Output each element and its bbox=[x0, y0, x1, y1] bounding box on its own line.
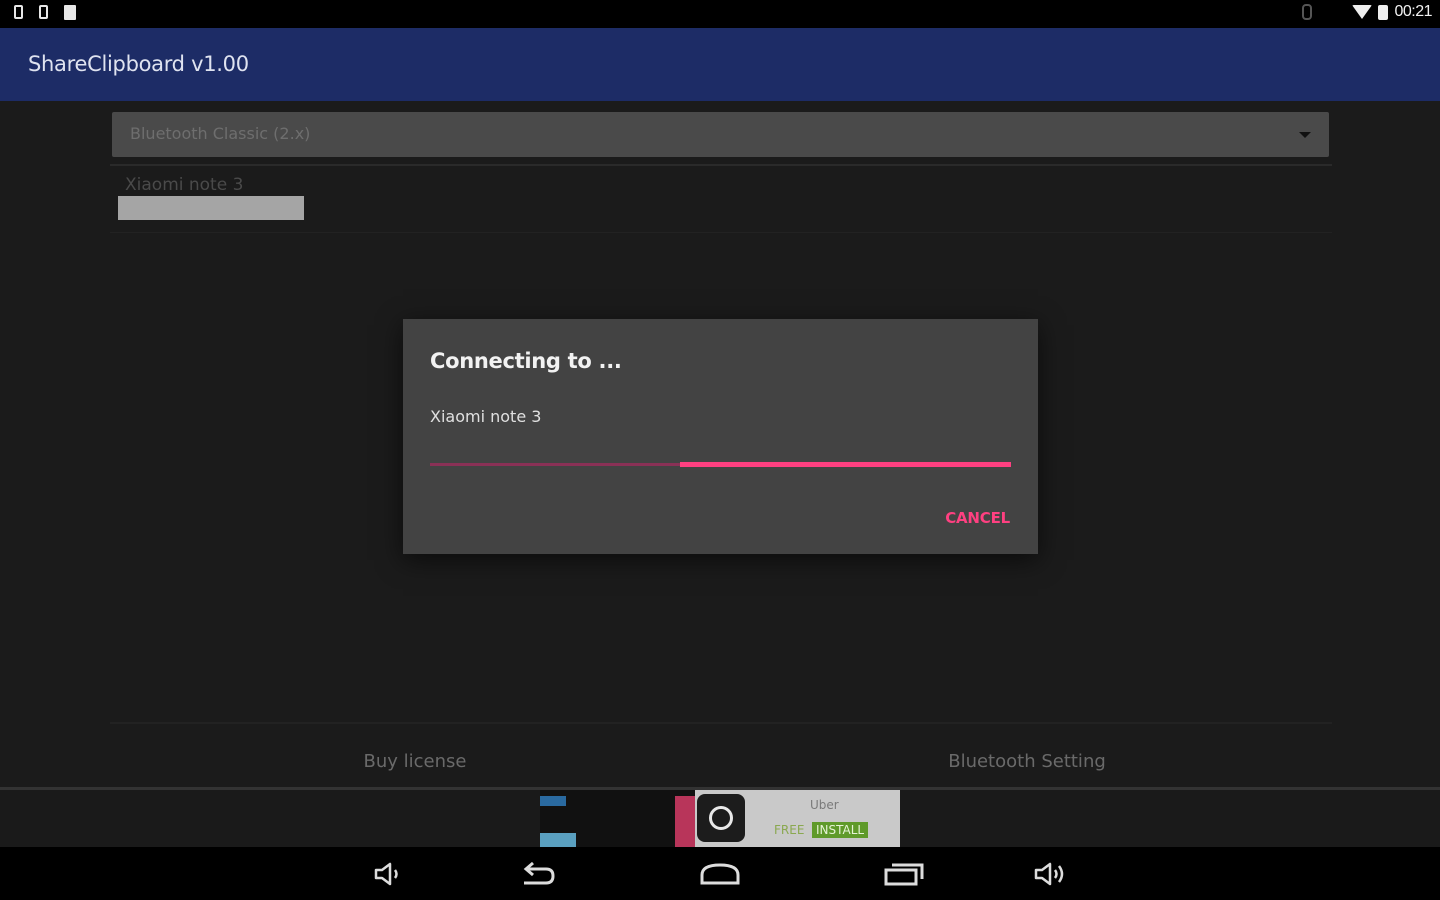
device-name: Xiaomi note 3 bbox=[125, 175, 244, 195]
recent-apps-icon[interactable] bbox=[884, 859, 924, 889]
spinner-selected-value: Bluetooth Classic (2.x) bbox=[130, 124, 311, 143]
back-icon[interactable] bbox=[518, 859, 558, 889]
progress-indicator bbox=[679, 462, 1011, 467]
protocol-spinner[interactable]: Bluetooth Classic (2.x) bbox=[112, 112, 1329, 157]
divider bbox=[110, 722, 1332, 724]
cancel-button[interactable]: CANCEL bbox=[945, 509, 1010, 527]
volume-up-icon[interactable] bbox=[1030, 859, 1070, 889]
progress-bar bbox=[430, 462, 1011, 467]
ad-banner[interactable]: Uber FREE INSTALL bbox=[540, 790, 900, 847]
home-icon[interactable] bbox=[700, 859, 740, 889]
navigation-bar bbox=[0, 847, 1440, 900]
ad-app-logo-icon bbox=[697, 794, 745, 842]
device-address-redacted bbox=[118, 196, 304, 220]
ad-install-button[interactable]: INSTALL bbox=[812, 822, 869, 838]
bluetooth-icon bbox=[1302, 4, 1313, 20]
document-icon bbox=[64, 5, 76, 20]
app-title: ShareClipboard v1.00 bbox=[28, 52, 249, 76]
connecting-dialog: Connecting to ... Xiaomi note 3 CANCEL bbox=[403, 319, 1038, 554]
phone-icon bbox=[14, 5, 23, 19]
bluetooth-setting-button[interactable]: Bluetooth Setting bbox=[722, 735, 1332, 787]
status-bar: 00:21 bbox=[0, 0, 1440, 28]
status-time: 00:21 bbox=[1394, 3, 1432, 20]
app-bar: ShareClipboard v1.00 bbox=[0, 28, 1440, 101]
chevron-down-icon bbox=[1299, 132, 1311, 138]
ad-app-name: Uber bbox=[810, 798, 839, 812]
volume-down-icon[interactable] bbox=[368, 859, 408, 889]
dialog-title: Connecting to ... bbox=[430, 349, 622, 373]
ad-image bbox=[540, 790, 695, 847]
ad-free-label: FREE bbox=[774, 823, 805, 837]
dialog-message: Xiaomi note 3 bbox=[430, 407, 542, 426]
device-list-item[interactable]: Xiaomi note 3 bbox=[110, 166, 1332, 233]
status-system: 00:21 bbox=[1302, 3, 1432, 21]
battery-icon bbox=[1378, 4, 1389, 20]
app-screen: 00:21 ShareClipboard v1.00 Bluetooth Cla… bbox=[0, 0, 1440, 900]
phone-icon bbox=[39, 5, 48, 19]
ad-area: Uber FREE INSTALL bbox=[0, 790, 1440, 847]
wifi-icon bbox=[1352, 5, 1373, 19]
buy-license-button[interactable]: Buy license bbox=[110, 735, 720, 787]
status-notifications bbox=[14, 5, 76, 20]
